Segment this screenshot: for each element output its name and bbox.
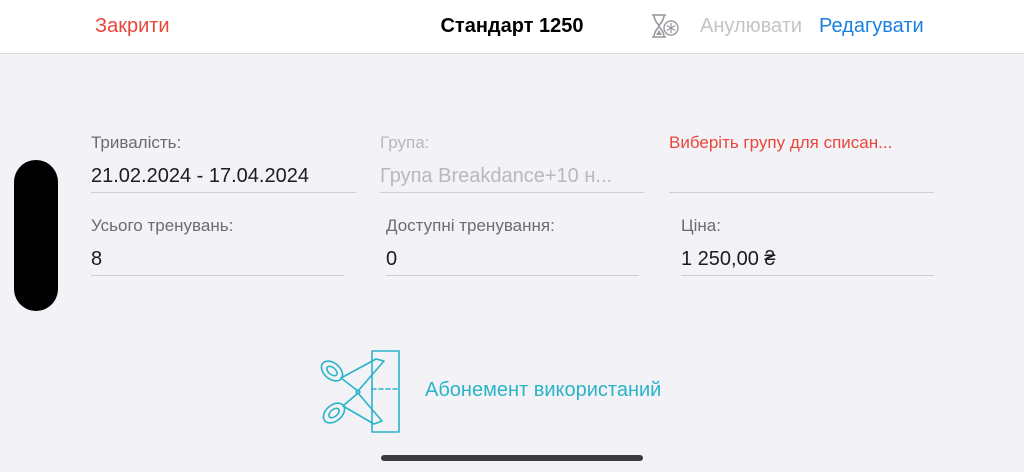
group-label: Група: (380, 133, 430, 152)
hourglass-snowflake-icon[interactable] (649, 13, 679, 39)
group-field[interactable]: Група: Група Breakdance+10 н... (380, 133, 644, 195)
total-trainings-field[interactable]: Усього тренувань: 8 (91, 216, 344, 278)
cancel-subscription-button[interactable]: Анулювати (700, 15, 802, 38)
select-group-underline (669, 192, 934, 193)
cut-ticket-icon (320, 350, 400, 433)
available-trainings-field[interactable]: Доступні тренування: 0 (386, 216, 639, 278)
group-underline (380, 192, 644, 193)
price-value: 1 250,00 ₴ (681, 248, 776, 270)
edit-button[interactable]: Редагувати (819, 15, 924, 38)
select-group-field[interactable]: Виберіть групу для списан... (669, 133, 934, 195)
group-value: Група Breakdance+10 н... (380, 165, 613, 187)
available-trainings-label: Доступні тренування: (386, 216, 555, 235)
total-trainings-value: 8 (91, 248, 103, 270)
navigation-bar: Закрити Стандарт 1250 Анулювати Редагува… (0, 0, 1024, 54)
status-text: Абонемент використаний (425, 379, 662, 401)
subscription-detail-screen: Закрити Стандарт 1250 Анулювати Редагува… (0, 0, 1024, 472)
total-trainings-label: Усього тренувань: (91, 216, 234, 235)
side-handle[interactable] (14, 160, 58, 311)
price-underline (681, 275, 934, 276)
available-trainings-value: 0 (386, 248, 398, 270)
duration-value: 21.02.2024 - 17.04.2024 (91, 165, 309, 187)
select-group-warning: Виберіть групу для списан... (669, 133, 893, 152)
price-label: Ціна: (681, 216, 721, 235)
total-trainings-underline (91, 275, 344, 276)
price-field[interactable]: Ціна: 1 250,00 ₴ (681, 216, 934, 278)
duration-label: Тривалість: (91, 133, 182, 152)
home-indicator (381, 455, 643, 461)
available-trainings-underline (386, 275, 639, 276)
duration-underline (91, 192, 356, 193)
duration-field[interactable]: Тривалість: 21.02.2024 - 17.04.2024 (91, 133, 356, 195)
